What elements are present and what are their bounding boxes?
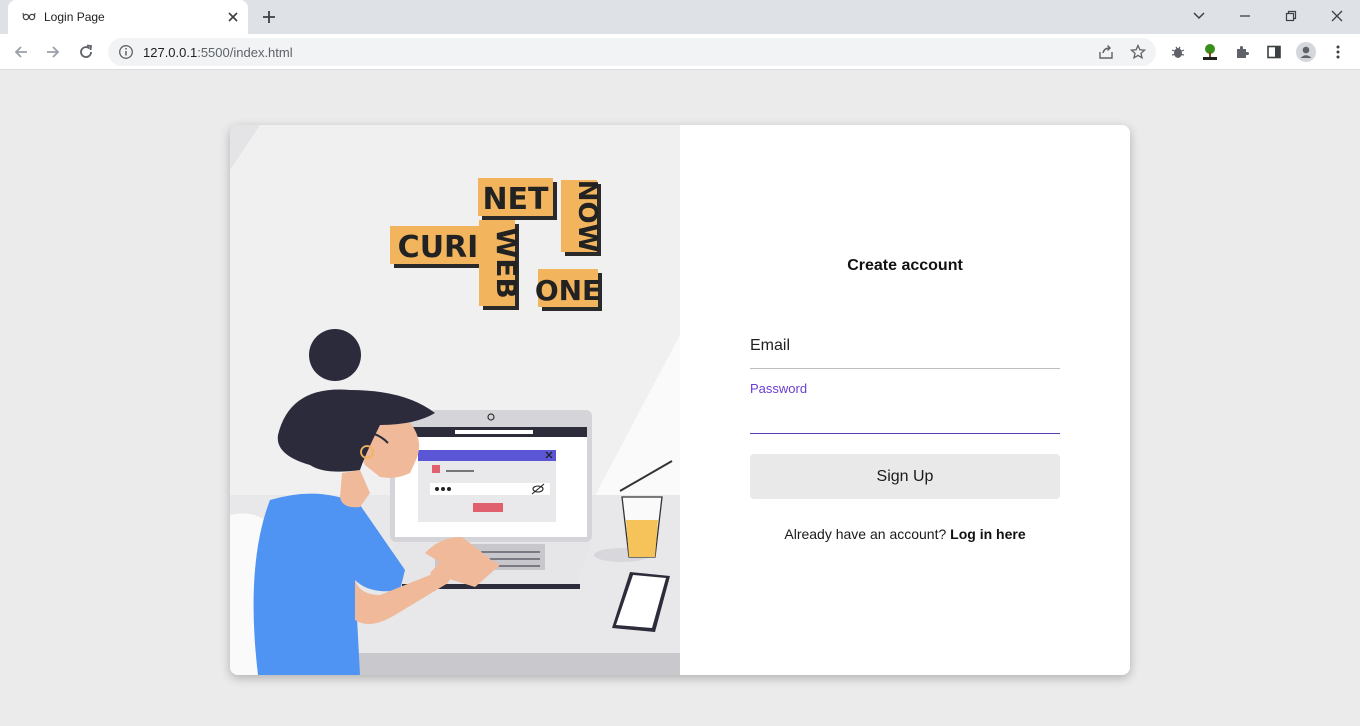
restore-icon: [1285, 10, 1297, 22]
back-button[interactable]: [9, 41, 33, 63]
tree-icon: [1203, 44, 1217, 60]
avatar-icon: [1296, 42, 1316, 62]
tab-search-button[interactable]: [1187, 5, 1211, 27]
new-tab-icon[interactable]: [260, 8, 278, 26]
url-host: 127.0.0.1: [143, 45, 198, 60]
info-icon[interactable]: [118, 44, 134, 60]
share-icon: [1099, 45, 1113, 59]
signup-form: Create account Email Password Sign Up Al…: [680, 125, 1130, 675]
login-prompt-line: Already have an account? Log in here: [680, 526, 1130, 542]
email-field[interactable]: Email: [750, 325, 1060, 369]
url-path: :5500/index.html: [197, 45, 293, 60]
password-input[interactable]: [750, 407, 1060, 431]
side-panel-icon: [1267, 45, 1281, 59]
close-icon: [1331, 10, 1343, 22]
profile-button[interactable]: [1295, 41, 1317, 63]
close-window-button[interactable]: [1325, 5, 1349, 27]
log-in-link[interactable]: Log in here: [950, 526, 1025, 542]
restore-button[interactable]: [1279, 5, 1303, 27]
close-tab-icon[interactable]: [225, 9, 241, 25]
share-button[interactable]: [1097, 43, 1115, 61]
star-icon: [1130, 44, 1146, 60]
form-title: Create account: [847, 257, 963, 274]
tab-title: Login Page: [44, 10, 105, 24]
puzzle-icon: [1237, 46, 1249, 58]
extension-bug[interactable]: [1167, 41, 1189, 63]
word-now: NOW: [572, 180, 602, 253]
browser-tab[interactable]: Login Page: [8, 0, 248, 34]
more-vert-icon: [1336, 45, 1340, 59]
minimize-icon: [1240, 15, 1250, 17]
word-one: ONE: [535, 274, 601, 307]
browser-toolbar: 127.0.0.1:5500/index.html: [0, 34, 1360, 70]
bug-icon: [1171, 46, 1185, 58]
chevron-down-icon: [1193, 12, 1205, 20]
password-label: Password: [750, 381, 808, 396]
extensions-button[interactable]: [1231, 41, 1253, 63]
password-field[interactable]: Password: [750, 375, 1060, 434]
arrow-right-icon: [47, 46, 60, 58]
menu-button[interactable]: [1327, 41, 1349, 63]
word-web: WEB: [490, 227, 523, 298]
tab-strip: Login Page: [0, 0, 1360, 34]
url-text[interactable]: 127.0.0.1:5500/index.html: [143, 45, 293, 60]
side-panel-button[interactable]: [1263, 41, 1285, 63]
forward-button[interactable]: [41, 41, 65, 63]
illustration-panel: NET NOW CURI WEB ONE: [230, 125, 680, 675]
sign-up-button[interactable]: Sign Up: [750, 454, 1060, 499]
extension-html[interactable]: [1199, 41, 1221, 63]
address-bar[interactable]: 127.0.0.1:5500/index.html: [108, 38, 1156, 66]
signup-card: NET NOW CURI WEB ONE Create account Emai…: [230, 125, 1130, 675]
woman-at-laptop-illustration: NET NOW CURI WEB ONE: [230, 125, 680, 675]
bookmark-button[interactable]: [1129, 43, 1147, 61]
minimize-button[interactable]: [1233, 5, 1257, 27]
arrow-left-icon: [14, 46, 27, 58]
reload-button[interactable]: [74, 41, 98, 63]
email-input[interactable]: [750, 342, 1060, 366]
reload-icon: [80, 44, 93, 58]
glasses-icon: [22, 12, 36, 21]
login-prompt-text: Already have an account?: [784, 526, 947, 542]
word-net: NET: [482, 182, 549, 217]
word-curi: CURI: [398, 230, 479, 265]
